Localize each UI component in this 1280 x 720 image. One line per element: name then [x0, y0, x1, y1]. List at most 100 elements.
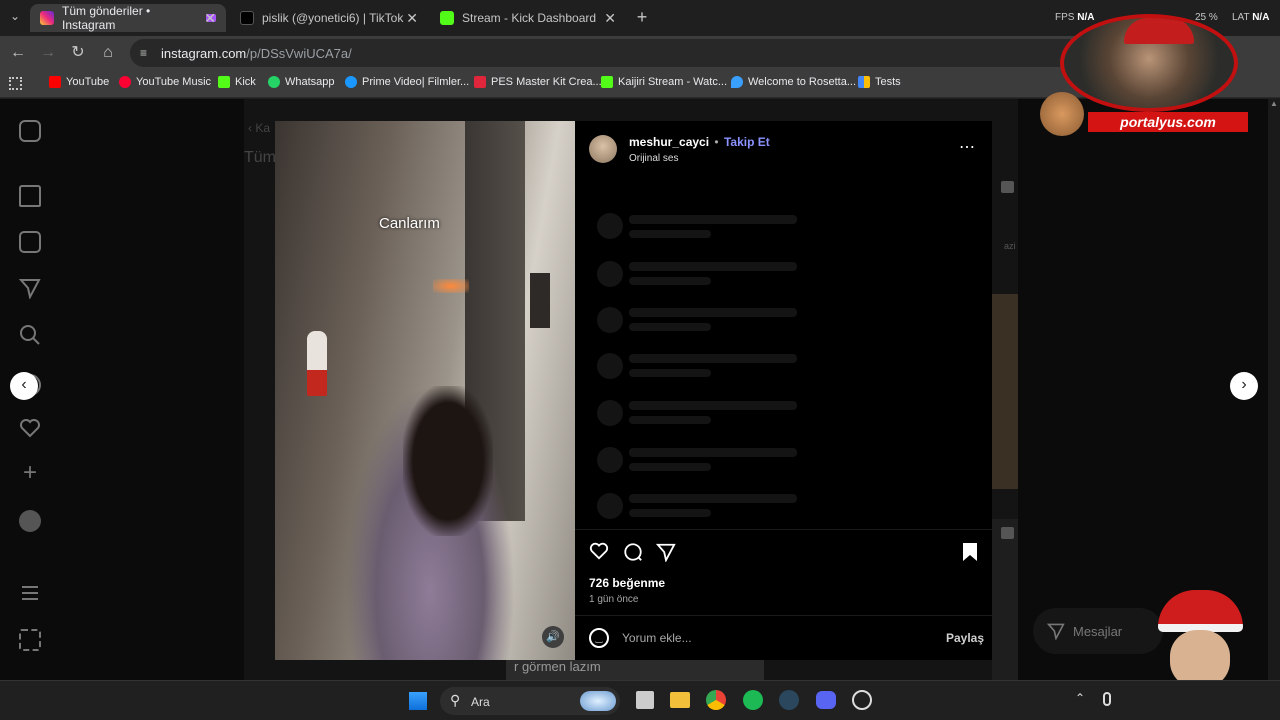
comment-skeleton-line [629, 354, 797, 363]
next-post-button[interactable]: › [1230, 372, 1258, 400]
comment-icon[interactable] [623, 542, 643, 567]
comment-skeleton-avatar [597, 213, 623, 239]
like-heart-icon[interactable] [589, 541, 609, 566]
instagram-logo-icon[interactable] [19, 120, 41, 142]
search-icon[interactable] [19, 324, 41, 346]
comment-skeleton-line [629, 323, 711, 331]
forward-icon[interactable]: → [38, 43, 58, 63]
breadcrumb: ‹ Ka [248, 121, 271, 135]
home-icon[interactable] [19, 185, 41, 207]
video-light [433, 279, 469, 293]
obs-icon[interactable] [852, 690, 872, 710]
background-thumbnail [992, 294, 1018, 489]
new-tab-button[interactable]: + [632, 7, 652, 27]
video-child-small [307, 331, 327, 396]
profile-avatar-icon[interactable] [19, 510, 41, 532]
tab-search-chevron-icon[interactable]: ⌄ [10, 9, 20, 23]
reload-icon[interactable]: ↻ [68, 43, 88, 63]
direct-message-icon[interactable] [18, 277, 41, 300]
brand-label: portalyus.com [1088, 112, 1248, 132]
windows-taskbar: ⚲ Ara ⌃ [0, 680, 1280, 720]
audio-label[interactable]: Orijinal ses [629, 153, 678, 164]
reels-icon[interactable] [19, 231, 41, 253]
youtube-music-icon [119, 76, 131, 88]
separator-dot: • [714, 135, 719, 149]
close-tab-icon[interactable]: ✕ [204, 10, 216, 27]
share-icon[interactable] [655, 542, 676, 567]
tray-chevron-icon[interactable]: ⌃ [1075, 691, 1085, 705]
bookmark-kick[interactable]: Kick [218, 76, 256, 88]
comment-skeleton-line [629, 215, 797, 224]
file-explorer-taskview-icon[interactable] [636, 691, 654, 709]
bookmark-youtube-music[interactable]: YouTube Music [119, 76, 211, 88]
kick-icon [440, 11, 454, 25]
comment-skeleton-avatar [597, 353, 623, 379]
emoji-icon[interactable]: ‿ [589, 628, 609, 648]
more-options-icon[interactable]: ⋯ [959, 137, 976, 157]
spotify-icon[interactable] [743, 690, 763, 710]
post-details-panel: meshur_cayci • Takip Et Orijinal ses ⋯ 7… [575, 121, 992, 660]
video-caption: Canlarım [379, 215, 440, 232]
also-from-meta-icon[interactable] [19, 629, 41, 651]
bookmark-youtube[interactable]: YouTube [49, 76, 109, 88]
post-video[interactable]: Canlarım 🔊 [275, 121, 575, 660]
tab-kick[interactable]: Stream - Kick Dashboard ✕ [430, 4, 626, 32]
site-info-icon[interactable]: ≡ [140, 46, 147, 60]
comment-skeleton-line [629, 308, 797, 317]
reel-icon [1001, 181, 1014, 193]
close-tab-icon[interactable]: ✕ [604, 10, 616, 27]
apps-grid-icon[interactable] [9, 77, 22, 90]
close-tab-icon[interactable]: ✕ [406, 10, 418, 27]
create-icon[interactable]: + [19, 461, 41, 485]
menu-icon[interactable] [19, 582, 41, 604]
santa-hat [1158, 590, 1243, 632]
bookmark-whatsapp[interactable]: Whatsapp [268, 76, 335, 88]
youtube-icon [49, 76, 61, 88]
previous-post-button[interactable]: ‹ [10, 372, 38, 400]
comment-skeleton-avatar [597, 400, 623, 426]
comment-skeleton-line [629, 230, 711, 238]
comment-skeleton-avatar [597, 261, 623, 287]
messages-label: Mesajlar [1073, 623, 1123, 639]
actions-divider [575, 529, 992, 530]
instagram-icon [40, 11, 54, 25]
reel-icon [1001, 527, 1014, 539]
webcam-santa-hat [1124, 18, 1194, 44]
search-icon: ⚲ [450, 692, 461, 708]
microphone-icon[interactable] [1103, 692, 1111, 706]
home-icon[interactable]: ⌂ [98, 43, 118, 63]
scroll-up-icon[interactable]: ▲ [1268, 99, 1280, 108]
comment-skeleton-avatar [597, 447, 623, 473]
mute-button[interactable]: 🔊 [542, 626, 564, 648]
steam-icon[interactable] [779, 690, 799, 710]
comment-skeleton-line [629, 369, 711, 377]
folder-icon[interactable] [670, 692, 690, 708]
discord-icon[interactable] [816, 691, 836, 709]
likes-count[interactable]: 726 beğenme [589, 576, 665, 590]
author-row: meshur_cayci • Takip Et [629, 135, 770, 149]
taskbar-search[interactable]: ⚲ Ara [440, 687, 620, 715]
comment-input[interactable]: Yorum ekle... [622, 631, 902, 645]
kick-icon [218, 76, 230, 88]
tab-title: Tüm gönderiler • Instagram [62, 4, 151, 32]
author-avatar[interactable] [589, 135, 617, 163]
bookmark-kaijiri[interactable]: Kaijiri Stream - Watc... [601, 76, 727, 88]
comment-skeleton-line [629, 463, 711, 471]
bookmark-pes-master[interactable]: PES Master Kit Crea... [474, 76, 602, 88]
author-username[interactable]: meshur_cayci [629, 135, 709, 149]
bookmark-save-icon[interactable] [962, 542, 978, 567]
tab-tiktok[interactable]: pislik (@yonetici6) | TikTok ✕ [230, 4, 428, 32]
back-icon[interactable]: ← [8, 43, 28, 63]
tab-title: pislik (@yonetici6) | TikTok [262, 11, 404, 25]
post-comment-button[interactable]: Paylaş [946, 631, 984, 645]
tab-instagram[interactable]: Tüm gönderiler • Instagram ✕ [30, 4, 226, 32]
bookmark-tests[interactable]: Tests [858, 76, 901, 88]
bookmark-rosetta[interactable]: Welcome to Rosetta... [731, 76, 856, 88]
follow-button[interactable]: Takip Et [724, 135, 770, 149]
comment-skeleton-line [629, 416, 711, 424]
url-text: instagram.com/p/DSsVwiUCA7a/ [161, 46, 352, 61]
bookmark-prime-video[interactable]: Prime Video| Filmler... [345, 76, 469, 88]
chrome-icon[interactable] [706, 690, 726, 710]
windows-start-icon[interactable] [408, 691, 428, 711]
heart-icon[interactable] [19, 417, 41, 439]
